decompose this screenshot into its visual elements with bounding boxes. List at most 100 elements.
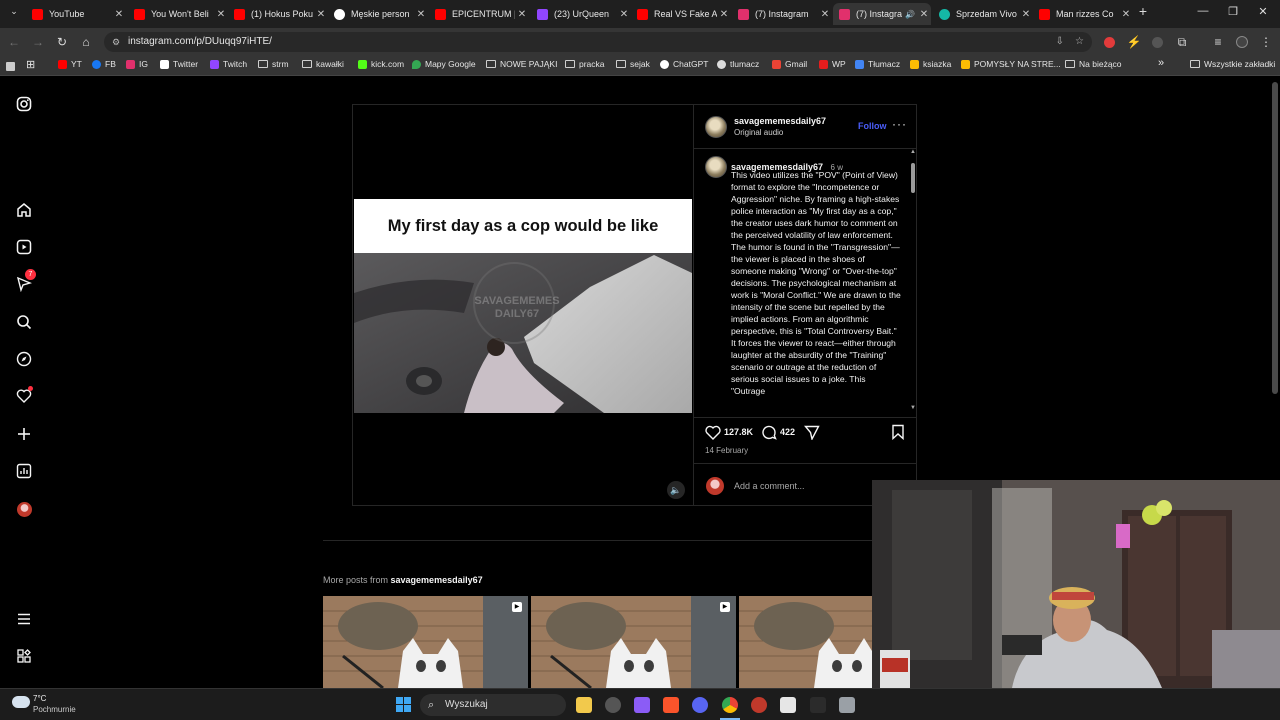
comment-icon[interactable]	[761, 425, 777, 445]
apps-icon[interactable]	[6, 62, 15, 71]
profile-avatar[interactable]	[1236, 36, 1248, 48]
instagram-logo-icon[interactable]	[14, 94, 34, 114]
record-extension-icon[interactable]	[1104, 37, 1115, 48]
share-icon[interactable]	[804, 425, 820, 445]
bookmark-folder-pracka[interactable]: pracka	[565, 59, 605, 69]
search-icon[interactable]	[14, 312, 34, 332]
tab-twitch[interactable]: (23) UrQueen ✕	[531, 3, 631, 25]
save-bookmark-icon[interactable]	[891, 424, 905, 445]
forward-icon[interactable]: →	[30, 35, 46, 49]
bookmark-twitch[interactable]: Twitch	[210, 59, 247, 69]
tab-instagram[interactable]: (7) Instagram ✕	[732, 3, 832, 25]
bookmark-folder-sejak[interactable]: sejak	[616, 59, 650, 69]
extension-icon[interactable]	[1152, 37, 1163, 48]
reload-icon[interactable]: ↻	[54, 35, 70, 49]
more-menu-icon[interactable]: ⋮	[1258, 35, 1274, 49]
bookmark-fb[interactable]: FB	[92, 59, 116, 69]
tab-video[interactable]: You Won't Beli ✕	[128, 3, 228, 25]
app-icon[interactable]	[605, 697, 621, 713]
comment-avatar[interactable]	[705, 156, 727, 178]
bookmark-chatgpt[interactable]: ChatGPT	[660, 59, 708, 69]
follow-button[interactable]: Follow	[858, 121, 887, 131]
url-input[interactable]: ⚙ instagram.com/p/DUuqq97iHTE/ ⇩ ☆	[104, 32, 1092, 52]
weather-condition[interactable]: Pochmurnie	[33, 705, 76, 714]
scrollbar[interactable]: ▲ ▼	[909, 149, 917, 413]
chrome-icon[interactable]	[722, 697, 738, 713]
bookmark-folder-strm[interactable]: strm	[258, 59, 289, 69]
bookmark-kick[interactable]: kick.com	[358, 59, 404, 69]
app-icon[interactable]	[810, 697, 826, 713]
more-post-thumbnail[interactable]	[739, 596, 872, 688]
bookmark-folder-nabiezaco[interactable]: Na bieżąco	[1065, 59, 1122, 69]
like-icon[interactable]	[705, 425, 721, 445]
close-icon[interactable]: ✕	[112, 9, 126, 20]
media-controls-icon[interactable]: ≡	[1210, 35, 1226, 49]
tab-search-icon[interactable]: ⌄	[6, 6, 22, 17]
close-icon[interactable]: ✕	[717, 9, 731, 20]
file-explorer-icon[interactable]	[576, 697, 592, 713]
close-icon[interactable]: ✕	[214, 9, 228, 20]
scroll-down-arrow[interactable]: ▼	[910, 405, 916, 411]
more-options-icon[interactable]: ···	[892, 117, 907, 131]
close-icon[interactable]: ✕	[818, 9, 832, 20]
dashboard-icon[interactable]	[14, 461, 34, 481]
opera-icon[interactable]	[751, 697, 767, 713]
comment-count[interactable]: 422	[780, 427, 795, 437]
back-icon[interactable]: ←	[6, 35, 22, 49]
more-posts-username[interactable]: savagememesdaily67	[391, 575, 483, 585]
app-icon[interactable]	[780, 697, 796, 713]
like-count[interactable]: 127.8K	[724, 427, 753, 437]
tab-man-rizzes[interactable]: Man rizzes Co ✕	[1033, 3, 1133, 25]
profile-avatar[interactable]	[14, 499, 34, 519]
taskbar-search-input[interactable]: ⌕ Wyszukaj	[420, 694, 566, 716]
more-post-thumbnail[interactable]: ▶	[531, 596, 736, 688]
bookmark-gmail[interactable]: Gmail	[772, 59, 807, 69]
site-info-icon[interactable]: ⚙	[112, 32, 120, 52]
notifications-icon[interactable]	[14, 386, 34, 406]
more-bookmarks-icon[interactable]: »	[1158, 57, 1164, 69]
close-window-button[interactable]: ✕	[1248, 5, 1278, 18]
tab-hokus[interactable]: (1) Hokus Poku ✕	[228, 3, 328, 25]
close-icon[interactable]: ✕	[917, 9, 931, 20]
mute-toggle-icon[interactable]: 🔈	[667, 481, 685, 499]
all-bookmarks-folder[interactable]: Wszystkie zakładki	[1190, 59, 1275, 69]
messages-icon[interactable]: 7	[14, 269, 36, 294]
discord-icon[interactable]	[692, 697, 708, 713]
grid-icon[interactable]: ⊞	[26, 58, 35, 71]
explore-icon[interactable]	[14, 349, 34, 369]
bookmark-maps[interactable]: Mapy Google	[412, 59, 476, 69]
extensions-puzzle-icon[interactable]: ⧉	[1174, 35, 1190, 50]
menu-icon[interactable]	[14, 609, 34, 629]
more-post-thumbnail[interactable]: ▶	[323, 596, 528, 688]
tab-youtube[interactable]: YouTube ✕	[26, 3, 126, 25]
reels-icon[interactable]	[14, 237, 34, 257]
add-comment-input[interactable]: Add a comment...	[734, 481, 805, 491]
video-player[interactable]: My first day as a cop would be like SAVA…	[353, 105, 692, 505]
also-from-meta-icon[interactable]	[14, 646, 34, 666]
tab-instagram-active[interactable]: (7) Instagra 🔊 ✕	[833, 3, 931, 25]
extension-icon[interactable]: ⚡	[1126, 35, 1142, 49]
close-icon[interactable]: ✕	[515, 9, 529, 20]
bookmark-translate[interactable]: Tłumacz	[855, 59, 900, 69]
bookmark-yt[interactable]: YT	[58, 59, 82, 69]
bookmark-star-icon[interactable]: ☆	[1075, 32, 1084, 52]
brave-icon[interactable]	[663, 697, 679, 713]
create-icon[interactable]	[14, 424, 34, 444]
video-frame[interactable]: SAVAGEMEMES DAILY67	[354, 253, 692, 413]
bookmark-twitter[interactable]: Twitter	[160, 59, 198, 69]
bookmark-folder-pajaki[interactable]: NOWE PAJĄKI	[486, 59, 557, 69]
bookmark-folder-kawalki[interactable]: kawałki	[302, 59, 344, 69]
tab-sprzedam[interactable]: Sprzedam Vivo ✕	[933, 3, 1033, 25]
install-app-icon[interactable]: ⇩	[1056, 32, 1064, 52]
close-icon[interactable]: ✕	[314, 9, 328, 20]
close-icon[interactable]: ✕	[414, 9, 428, 20]
app-icon[interactable]	[634, 697, 650, 713]
bookmark-wp[interactable]: WP	[819, 59, 846, 69]
speaker-icon[interactable]: 🔊	[903, 10, 917, 19]
bookmark-pomysly[interactable]: POMYSŁY NA STRE...	[961, 59, 1061, 69]
restore-button[interactable]: ❐	[1218, 5, 1248, 18]
new-tab-button[interactable]: +	[1128, 3, 1158, 19]
tab-meskie[interactable]: Męskie person ✕	[328, 3, 428, 25]
home-icon[interactable]	[14, 200, 34, 220]
bookmark-ksiazka[interactable]: ksiazka	[910, 59, 951, 69]
